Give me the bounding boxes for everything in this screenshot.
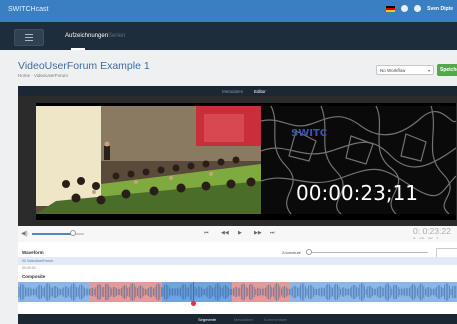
- app-title: SWITCHcast: [8, 6, 49, 13]
- volume-slider[interactable]: [32, 233, 72, 235]
- bottom-tab-bar: Segmente Metadaten Kommentare: [18, 314, 457, 324]
- user-name[interactable]: Sven Dipte: [427, 6, 453, 12]
- tab-editor[interactable]: Editor: [254, 89, 266, 94]
- audio-waveform: [18, 283, 457, 301]
- time-ruler: 00:00:00: [22, 266, 36, 270]
- volume-icon[interactable]: ◀): [21, 230, 28, 237]
- playhead-line: [193, 282, 194, 303]
- next-frame-icon[interactable]: ▶▶: [254, 230, 262, 236]
- composite-label: Composite: [22, 274, 46, 279]
- video-area: SWITC: [18, 96, 457, 226]
- start-button[interactable]: Speichern: [437, 64, 457, 76]
- timecode-units: hr min sec fr: [413, 236, 439, 240]
- tab-segments[interactable]: Segmente: [198, 317, 216, 322]
- top-bar: SWITCHcast Sven Dipte: [0, 0, 457, 22]
- play-icon[interactable]: ▶: [238, 230, 242, 236]
- previous-frame-icon[interactable]: ◀◀: [221, 230, 229, 236]
- tab-series[interactable]: Serien: [108, 33, 125, 39]
- zoom-label: Zoomstufe: [282, 250, 301, 255]
- slide-logo: SWITC: [291, 128, 327, 139]
- workflow-select-value: No Workflow: [380, 68, 406, 73]
- menu-button[interactable]: [14, 29, 44, 46]
- player-controls: ◀) ⏮ ◀◀ ▶ ▶▶ ⏭ 0: 0:23:22 hr min sec fr: [18, 226, 457, 242]
- small-timecode: 0: 0:23:22: [413, 226, 451, 236]
- tab-bottom-metadata[interactable]: Metadaten: [234, 317, 253, 322]
- timeline-panel: Waveform Zoomstufe 00 VideoUserForum 00:…: [18, 242, 457, 314]
- video-timecode: 00:00:23;11: [296, 181, 419, 205]
- language-flag-icon[interactable]: [386, 5, 396, 12]
- waveform-label: Waveform: [22, 250, 44, 255]
- skip-start-icon[interactable]: ⏮: [204, 230, 209, 236]
- volume-slider-handle[interactable]: [70, 230, 76, 236]
- breadcrumb[interactable]: Home · VideoUserForum: [18, 73, 68, 78]
- page-title: VideoUserForum Example 1: [18, 60, 150, 72]
- track-label: 00 VideoUserForum: [22, 259, 54, 263]
- workflow-select[interactable]: No Workflow ▾: [376, 65, 434, 75]
- waveform-track[interactable]: 00 VideoUserForum: [18, 257, 457, 265]
- tab-metadata[interactable]: Metadaten: [222, 89, 243, 94]
- playhead-handle[interactable]: [191, 301, 196, 306]
- tab-comments[interactable]: Kommentare: [264, 317, 287, 322]
- skip-end-icon[interactable]: ⏭: [270, 230, 275, 236]
- settings-icon[interactable]: [401, 5, 409, 12]
- presenter-video[interactable]: [36, 106, 261, 214]
- active-tab-indicator: [71, 48, 85, 50]
- zoom-slider-handle[interactable]: [306, 249, 312, 255]
- zoom-slider[interactable]: [308, 252, 428, 253]
- tab-recordings[interactable]: Aufzeichnungen: [65, 33, 108, 39]
- editor-tab-bar: Metadaten Editor: [18, 86, 457, 96]
- chevron-down-icon: ▾: [427, 68, 430, 73]
- main-nav: Aufzeichnungen Serien: [0, 22, 457, 50]
- help-icon[interactable]: [414, 5, 422, 12]
